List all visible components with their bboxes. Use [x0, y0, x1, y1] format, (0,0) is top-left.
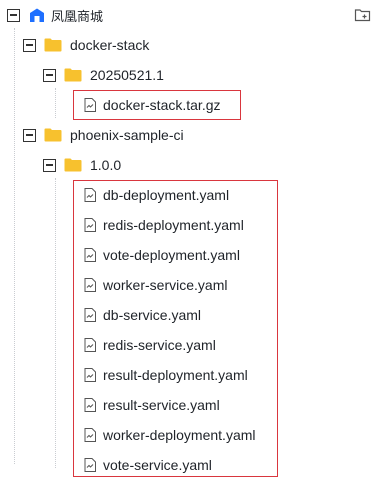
file-label: vote-deployment.yaml — [103, 247, 240, 263]
file-label: result-deployment.yaml — [103, 367, 248, 383]
folder-label: phoenix-sample-ci — [70, 127, 184, 143]
collapse-toggle[interactable] — [43, 68, 56, 82]
tree-file[interactable]: worker-deployment.yaml — [84, 420, 256, 450]
tree-folder-phoenix-sample-ci[interactable]: phoenix-sample-ci — [23, 120, 184, 150]
tree-file[interactable]: vote-deployment.yaml — [84, 240, 240, 270]
file-icon — [84, 368, 96, 382]
file-label: worker-deployment.yaml — [103, 427, 256, 443]
tree-file[interactable]: db-deployment.yaml — [84, 180, 229, 210]
tree-guide-line — [55, 88, 56, 118]
file-label: vote-service.yaml — [103, 457, 212, 473]
tree-guide-line — [14, 28, 15, 464]
file-icon — [84, 398, 96, 412]
file-icon — [84, 308, 96, 322]
folder-icon — [64, 158, 82, 172]
file-icon — [84, 278, 96, 292]
add-folder-icon[interactable] — [354, 8, 372, 22]
folder-label: 1.0.0 — [90, 157, 122, 173]
tree-guide-line — [55, 178, 56, 468]
tree-folder-version[interactable]: 20250521.1 — [43, 60, 164, 90]
file-icon — [84, 218, 96, 232]
file-icon — [84, 428, 96, 442]
tree-file[interactable]: redis-deployment.yaml — [84, 210, 244, 240]
tree-file[interactable]: result-deployment.yaml — [84, 360, 248, 390]
tree-file[interactable]: docker-stack.tar.gz — [84, 90, 221, 120]
collapse-toggle[interactable] — [7, 8, 20, 22]
file-label: result-service.yaml — [103, 397, 220, 413]
tree-folder-docker-stack[interactable]: docker-stack — [23, 30, 149, 60]
file-icon — [84, 248, 96, 262]
file-icon — [84, 188, 96, 202]
tree-file[interactable]: result-service.yaml — [84, 390, 220, 420]
tree-file[interactable]: worker-service.yaml — [84, 270, 227, 300]
store-icon — [30, 8, 44, 22]
file-icon — [84, 338, 96, 352]
file-label: redis-deployment.yaml — [103, 217, 244, 233]
file-label: db-deployment.yaml — [103, 187, 230, 203]
file-icon — [84, 98, 96, 112]
folder-icon — [44, 38, 62, 52]
folder-label: docker-stack — [70, 37, 150, 53]
tree-file[interactable]: vote-service.yaml — [84, 450, 212, 480]
tree-folder-version[interactable]: 1.0.0 — [43, 150, 121, 180]
folder-icon — [64, 68, 82, 82]
root-label: 凤凰商城 — [51, 8, 104, 24]
file-label: redis-service.yaml — [103, 337, 216, 353]
tree-file[interactable]: redis-service.yaml — [84, 330, 216, 360]
collapse-toggle[interactable] — [23, 128, 36, 142]
file-label: worker-service.yaml — [103, 277, 228, 293]
file-label: docker-stack.tar.gz — [103, 97, 221, 113]
file-icon — [84, 458, 96, 472]
tree-root[interactable]: 凤凰商城 — [7, 0, 103, 30]
folder-icon — [44, 128, 62, 142]
tree-file[interactable]: db-service.yaml — [84, 300, 201, 330]
folder-label: 20250521.1 — [90, 67, 164, 83]
collapse-toggle[interactable] — [43, 158, 56, 172]
file-label: db-service.yaml — [103, 307, 202, 323]
collapse-toggle[interactable] — [23, 38, 36, 52]
